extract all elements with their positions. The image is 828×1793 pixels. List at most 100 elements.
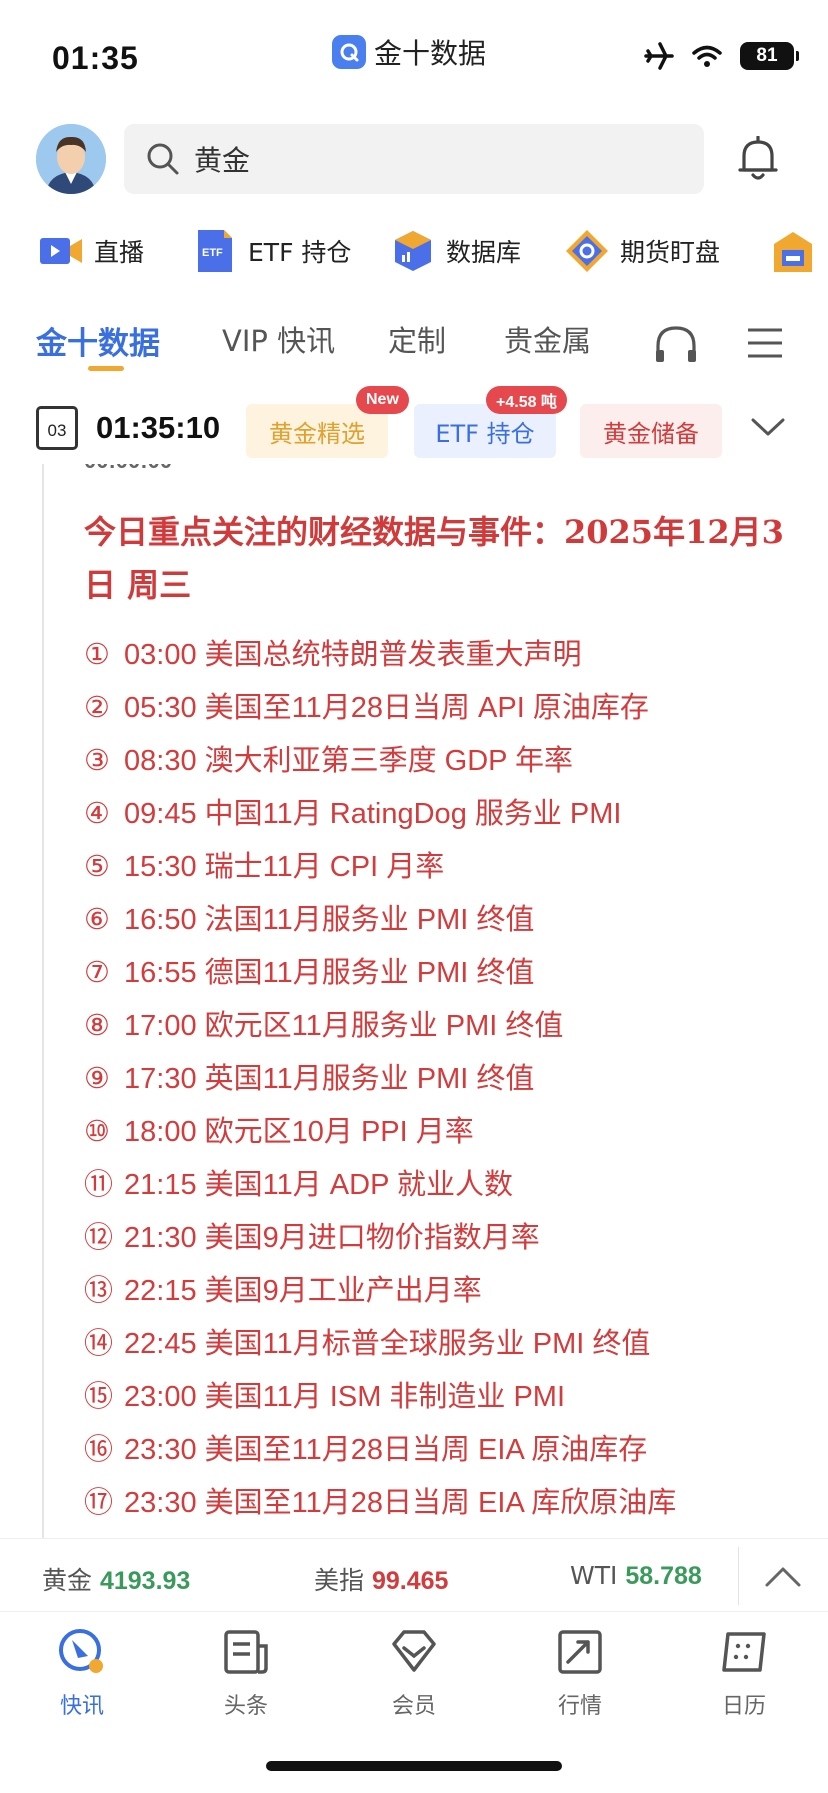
event-number: ⑯ xyxy=(84,1434,114,1466)
diamond-icon xyxy=(392,1630,436,1672)
event-text: 09:45 中国11月 RatingDog 服务业 PMI xyxy=(124,798,622,830)
menu-icon[interactable] xyxy=(746,326,784,360)
event-item: ⑦ 16:55 德国11月服务业 PMI 终值 xyxy=(84,947,814,1000)
quick-nav: 直播 ETF ETF 持仓 数据库 期货盯盘 xyxy=(0,220,828,284)
ticker-usd-index[interactable]: 美指 99.465 xyxy=(314,1561,448,1597)
market-ticker: 黄金 4193.93 美指 99.465 WTI 58.788 xyxy=(0,1538,828,1612)
event-text: 08:30 澳大利亚第三季度 GDP 年率 xyxy=(124,745,574,777)
event-number: ⑦ xyxy=(84,957,110,989)
tab-precious-metals[interactable]: 贵金属 xyxy=(504,318,591,360)
channel-tabs: 金十数据 VIP 快讯 定制 贵金属 xyxy=(0,310,828,376)
event-number: ⑩ xyxy=(84,1116,110,1148)
battery-indicator: 81 xyxy=(740,42,799,70)
status-time: 01:35 xyxy=(52,40,139,76)
event-number: ① xyxy=(84,639,110,671)
nav-membership[interactable]: 会员 xyxy=(364,1626,464,1720)
ticker-value: 99.465 xyxy=(371,1567,449,1595)
ticker-name: WTI xyxy=(570,1561,618,1590)
event-number: ⑥ xyxy=(84,904,110,936)
chip-label: 黄金精选 xyxy=(269,419,365,448)
nav-calendar[interactable]: 日历 xyxy=(694,1626,794,1720)
home-indicator[interactable] xyxy=(266,1761,562,1771)
nav-label: 会员 xyxy=(391,1694,436,1719)
tab-vip-news[interactable]: VIP 快讯 xyxy=(222,318,335,360)
event-item: ⑩ 18:00 欧元区10月 PPI 月率 xyxy=(84,1106,814,1159)
event-number: ⑨ xyxy=(84,1063,110,1095)
quick-nav-gold[interactable] xyxy=(770,228,816,274)
event-text: 05:30 美国至11月28日当周 API 原油库存 xyxy=(124,692,649,724)
search-query-text: 黄金 xyxy=(194,144,251,177)
status-bar: 01:35 金十数据 81 xyxy=(0,0,828,110)
event-text: 23:30 美国至11月28日当周 EIA 库欣原油库 xyxy=(124,1487,677,1519)
chip-etf-holdings[interactable]: ETF 持仓 +4.58 吨 xyxy=(414,386,567,458)
notification-bell-icon[interactable] xyxy=(738,136,778,182)
event-text: 21:30 美国9月进口物价指数月率 xyxy=(124,1222,540,1254)
wifi-icon xyxy=(692,45,722,67)
event-number: ⑰ xyxy=(84,1487,114,1519)
tab-jin10-data[interactable]: 金十数据 xyxy=(36,318,160,363)
avatar[interactable] xyxy=(36,124,106,194)
event-item: ⑬ 22:15 美国9月工业产出月率 xyxy=(84,1265,814,1318)
event-text: 22:45 美国11月标普全球服务业 PMI 终值 xyxy=(124,1328,651,1360)
headphones-icon[interactable] xyxy=(654,324,698,364)
event-number: ⑤ xyxy=(84,851,110,883)
event-text: 15:30 瑞士11月 CPI 月率 xyxy=(124,851,445,883)
event-number: ⑧ xyxy=(84,1010,110,1042)
event-number: ④ xyxy=(84,798,110,830)
event-number: ③ xyxy=(84,745,110,777)
nav-headlines[interactable]: 头条 xyxy=(196,1626,296,1720)
live-clock: 01:35:10 xyxy=(96,410,221,445)
quick-nav-etf[interactable]: ETF ETF 持仓 xyxy=(192,228,351,274)
header: 黄金 xyxy=(0,118,828,202)
quick-nav-live[interactable]: 直播 xyxy=(38,228,144,274)
quick-nav-futures[interactable]: 期货盯盘 xyxy=(564,228,720,274)
event-text: 18:00 欧元区10月 PPI 月率 xyxy=(124,1116,474,1148)
search-input[interactable]: 黄金 xyxy=(124,124,704,194)
chip-label: ETF 持仓 xyxy=(435,419,535,448)
bottom-nav: 快讯 头条 会员 行情 日历 xyxy=(0,1612,828,1742)
newspaper-icon xyxy=(224,1630,268,1674)
status-app-indicator[interactable]: 金十数据 xyxy=(332,32,486,72)
chip-gold-reserves[interactable]: 黄金储备 xyxy=(580,404,722,458)
calendar-nav-icon xyxy=(722,1632,766,1672)
market-trend-icon xyxy=(558,1630,602,1674)
app-logo-icon xyxy=(332,35,366,69)
event-item: ② 05:30 美国至11月28日当周 API 原油库存 xyxy=(84,682,814,735)
tab-custom[interactable]: 定制 xyxy=(388,318,446,360)
ticker-divider xyxy=(738,1547,739,1605)
news-headline[interactable]: 今日重点关注的财经数据与事件：2025年12月3日 周三 xyxy=(84,506,784,612)
ticker-wti[interactable]: WTI 58.788 xyxy=(570,1561,702,1591)
quick-nav-label: 数据库 xyxy=(446,238,522,267)
chevron-up-icon[interactable] xyxy=(764,1563,802,1589)
event-number: ⑪ xyxy=(84,1169,114,1201)
chevron-down-icon[interactable] xyxy=(750,412,786,442)
ticker-value: 4193.93 xyxy=(99,1567,191,1595)
timeline-line xyxy=(42,464,44,1538)
chip-gold-selection[interactable]: 黄金精选 New xyxy=(246,386,409,458)
database-cube-icon xyxy=(395,231,431,271)
news-time: 00:00:00 xyxy=(84,464,172,474)
quick-nav-label: 直播 xyxy=(94,238,145,267)
nav-market[interactable]: 行情 xyxy=(530,1626,630,1720)
event-item: ⑮ 23:00 美国11月 ISM 非制造业 PMI xyxy=(84,1371,814,1424)
nav-flash-news[interactable]: 快讯 xyxy=(32,1626,132,1720)
airplane-icon xyxy=(644,42,674,70)
event-item: ⑨ 17:30 英国11月服务业 PMI 终值 xyxy=(84,1053,814,1106)
chip-label: 黄金储备 xyxy=(603,419,699,448)
event-item: ③ 08:30 澳大利亚第三季度 GDP 年率 xyxy=(84,735,814,788)
event-item: ④ 09:45 中国11月 RatingDog 服务业 PMI xyxy=(84,788,814,841)
calendar-icon[interactable]: 03 xyxy=(36,406,78,450)
event-text: 16:50 法国11月服务业 PMI 终值 xyxy=(124,904,535,936)
status-app-name: 金十数据 xyxy=(374,37,487,70)
live-video-icon xyxy=(40,238,82,264)
ticker-gold[interactable]: 黄金 4193.93 xyxy=(42,1561,190,1597)
news-feed[interactable]: 00:00:00 今日重点关注的财经数据与事件：2025年12月3日 周三 ①0… xyxy=(0,464,828,1538)
nav-label: 快讯 xyxy=(59,1694,104,1719)
quick-nav-database[interactable]: 数据库 xyxy=(390,228,521,274)
nav-label: 日历 xyxy=(721,1694,766,1719)
event-item: ⑪ 21:15 美国11月 ADP 就业人数 xyxy=(84,1159,814,1212)
event-item: ⑧ 17:00 欧元区11月服务业 PMI 终值 xyxy=(84,1000,814,1053)
event-text: 03:00 美国总统特朗普发表重大声明 xyxy=(124,639,582,671)
nav-label: 行情 xyxy=(557,1694,602,1719)
ticker-name: 黄金 xyxy=(42,1566,93,1595)
